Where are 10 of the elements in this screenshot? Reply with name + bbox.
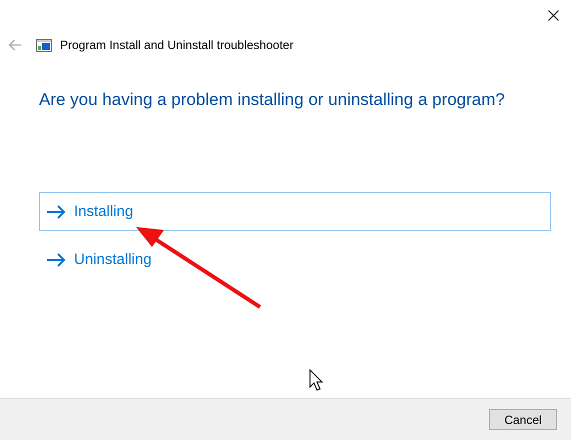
question-heading: Are you having a problem installing or uninstalling a program?	[39, 90, 506, 110]
option-link[interactable]: Uninstalling	[39, 240, 551, 279]
arrow-icon	[46, 204, 66, 218]
close-icon[interactable]	[548, 10, 559, 20]
mouse-cursor-icon	[310, 368, 324, 391]
program-window-icon	[36, 38, 52, 52]
option-link[interactable]: Installing	[39, 192, 551, 231]
cancel-button[interactable]: Cancel	[489, 409, 557, 430]
arrow-icon	[46, 252, 66, 266]
window-title: Program Install and Uninstall troubleshooter	[60, 38, 294, 52]
